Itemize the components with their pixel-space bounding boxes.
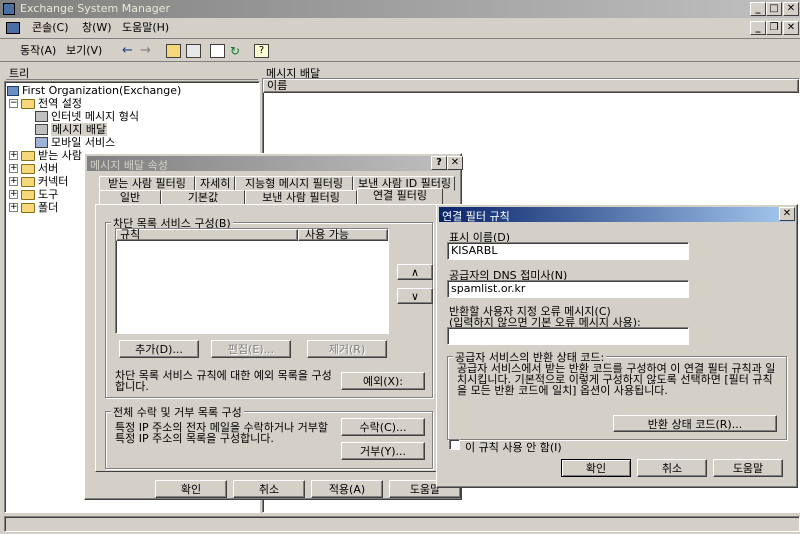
- message-delivery-icon: [35, 124, 48, 135]
- tree-item-mobile-services[interactable]: 모바일 서비스: [35, 136, 115, 149]
- ok-button[interactable]: 확인: [155, 480, 227, 498]
- rule-cancel-button[interactable]: 취소: [637, 459, 707, 477]
- remove-button[interactable]: 제거(R): [307, 340, 387, 358]
- console-icon: [6, 22, 20, 34]
- minimize-button[interactable]: _: [750, 2, 766, 16]
- menu-window[interactable]: 창(W): [78, 19, 116, 37]
- display-name-input[interactable]: KISARBL: [447, 242, 689, 260]
- return-status-code-button[interactable]: 반환 상태 코드(R)...: [613, 415, 777, 432]
- column-header-name[interactable]: 이름: [263, 79, 799, 93]
- folder-icon: [21, 150, 35, 161]
- rule-dialog-titlebar: 연결 필터 규칙 ✕: [439, 207, 795, 223]
- folder-icon: [21, 98, 35, 109]
- child-close-button[interactable]: ✕: [783, 21, 799, 35]
- cancel-button[interactable]: 취소: [233, 480, 305, 498]
- tab-general[interactable]: 일반: [99, 190, 161, 205]
- help-icon[interactable]: ?: [254, 44, 269, 58]
- tab-intelligent-message-filtering[interactable]: 지능형 메시지 필터링: [235, 176, 353, 191]
- status-code-description: 공급자 서비스에서 받는 반환 코드를 구성하여 이 연결 필터 규칙과 일치시…: [457, 362, 776, 397]
- add-button[interactable]: 추가(D)...: [119, 340, 199, 358]
- tree-item-message-delivery[interactable]: 메시지 배달: [35, 123, 108, 136]
- properties-dialog: 메시지 배달 속성 ? ✕ 받는 사람 필터링 자세히 지능형 메시지 필터링 …: [84, 153, 463, 500]
- folder-icon: [21, 189, 35, 200]
- expand-icon[interactable]: +: [9, 164, 18, 173]
- move-up-button[interactable]: ∧: [397, 264, 433, 280]
- accept-button[interactable]: 수락(C)...: [341, 418, 425, 436]
- toolbar: 동작(A) 보기(V) ← → ↻ ?: [0, 40, 800, 62]
- folder-icon: [21, 163, 35, 174]
- folder-icon: [21, 176, 35, 187]
- expand-icon[interactable]: +: [9, 190, 18, 199]
- tab-connection-filtering[interactable]: 연결 필터링: [357, 188, 443, 205]
- app-title: Exchange System Manager: [20, 2, 170, 15]
- properties-icon[interactable]: [210, 44, 225, 58]
- properties-dialog-titlebar: 메시지 배달 속성 ? ✕: [87, 156, 463, 172]
- organization-icon: [7, 85, 19, 96]
- tree-toggle-icon[interactable]: [186, 44, 201, 58]
- menu-bar: 콘솔(C) 창(W) 도움말(H) _ ❐ ✕: [0, 19, 800, 39]
- app-icon: [3, 3, 15, 15]
- rule-dialog-close-button[interactable]: ✕: [779, 207, 795, 221]
- column-header-enabled[interactable]: 사용 가능: [298, 229, 388, 241]
- tree-item-internet-format[interactable]: 인터넷 메시지 형식: [35, 110, 139, 123]
- dialog-close-button[interactable]: ✕: [447, 156, 463, 170]
- refresh-icon[interactable]: ↻: [230, 44, 244, 58]
- child-minimize-button[interactable]: _: [750, 21, 766, 35]
- dns-suffix-input[interactable]: spamlist.or.kr: [447, 280, 689, 298]
- global-list-description: 특정 IP 주소의 전자 메일을 수락하거나 거부할 특정 IP 주소의 목록을…: [115, 421, 329, 445]
- main-titlebar: Exchange System Manager _ □ ✕: [0, 0, 800, 18]
- tree-item-servers[interactable]: + 서버: [9, 162, 58, 175]
- forward-arrow-icon[interactable]: →: [140, 43, 151, 58]
- tree-item-recipients[interactable]: + 받는 사람: [9, 149, 82, 162]
- move-down-button[interactable]: ∨: [397, 288, 433, 304]
- mobile-services-icon: [35, 137, 48, 148]
- deny-button[interactable]: 거부(Y)...: [341, 442, 425, 460]
- global-list-group-label: 전체 수락 및 거부 목록 구성: [111, 404, 244, 420]
- tab-details[interactable]: 자세히: [195, 176, 235, 191]
- tree-item-connectors[interactable]: + 커넥터: [9, 175, 68, 188]
- toolbar-view[interactable]: 보기(V): [62, 42, 106, 60]
- properties-dialog-title: 메시지 배달 속성: [90, 159, 168, 172]
- close-button[interactable]: ✕: [783, 2, 799, 16]
- menu-help[interactable]: 도움말(H): [118, 19, 173, 37]
- toolbar-action[interactable]: 동작(A): [16, 42, 60, 60]
- folder-icon: [21, 202, 35, 213]
- child-restore-button[interactable]: ❐: [766, 21, 782, 35]
- tree-item-folders[interactable]: + 폴더: [9, 201, 58, 214]
- column-header-rule[interactable]: 규칙: [116, 229, 298, 241]
- menu-console[interactable]: 콘솔(C): [28, 19, 73, 37]
- disable-rule-label[interactable]: 이 규칙 사용 안 함(I): [465, 439, 562, 455]
- rule-dialog: 연결 필터 규칙 ✕ 표시 이름(D) KISARBL 공급자의 DNS 접미사…: [436, 204, 798, 488]
- custom-error-input[interactable]: [447, 327, 689, 345]
- up-folder-icon[interactable]: [166, 44, 181, 58]
- tree-item-organization[interactable]: First Organization(Exchange): [7, 84, 181, 97]
- tab-recipient-filtering[interactable]: 받는 사람 필터링: [99, 176, 195, 191]
- expand-icon[interactable]: +: [9, 203, 18, 212]
- tab-sender-filtering[interactable]: 보낸 사람 필터링: [245, 190, 357, 205]
- tree-item-global-settings[interactable]: − 전역 설정: [9, 97, 82, 110]
- disable-rule-checkbox[interactable]: [449, 439, 460, 450]
- tree-item-tools[interactable]: + 도구: [9, 188, 58, 201]
- exception-description: 차단 목록 서비스 규칙에 대한 예외 목록을 구성합니다.: [115, 369, 332, 393]
- expand-icon[interactable]: +: [9, 151, 18, 160]
- status-bar: [4, 516, 800, 532]
- expand-icon[interactable]: +: [9, 177, 18, 186]
- back-arrow-icon[interactable]: ←: [122, 43, 133, 58]
- rule-ok-button[interactable]: 확인: [561, 459, 631, 477]
- tab-defaults[interactable]: 기본값: [161, 190, 245, 205]
- rule-dialog-title: 연결 필터 규칙: [442, 210, 510, 223]
- maximize-button[interactable]: □: [766, 2, 782, 16]
- dialog-help-button[interactable]: ?: [431, 156, 447, 170]
- left-pane-title: 트리: [9, 67, 30, 80]
- collapse-icon[interactable]: −: [9, 99, 18, 108]
- exception-button[interactable]: 예외(X):: [341, 372, 425, 390]
- apply-button[interactable]: 적용(A): [311, 480, 383, 498]
- rule-help-button[interactable]: 도움말: [713, 459, 783, 477]
- rules-list[interactable]: 규칙 사용 가능: [115, 228, 389, 334]
- left-pane-header: 트리: [6, 63, 258, 80]
- internet-format-icon: [35, 111, 48, 122]
- edit-button[interactable]: 편집(E)...: [211, 340, 291, 358]
